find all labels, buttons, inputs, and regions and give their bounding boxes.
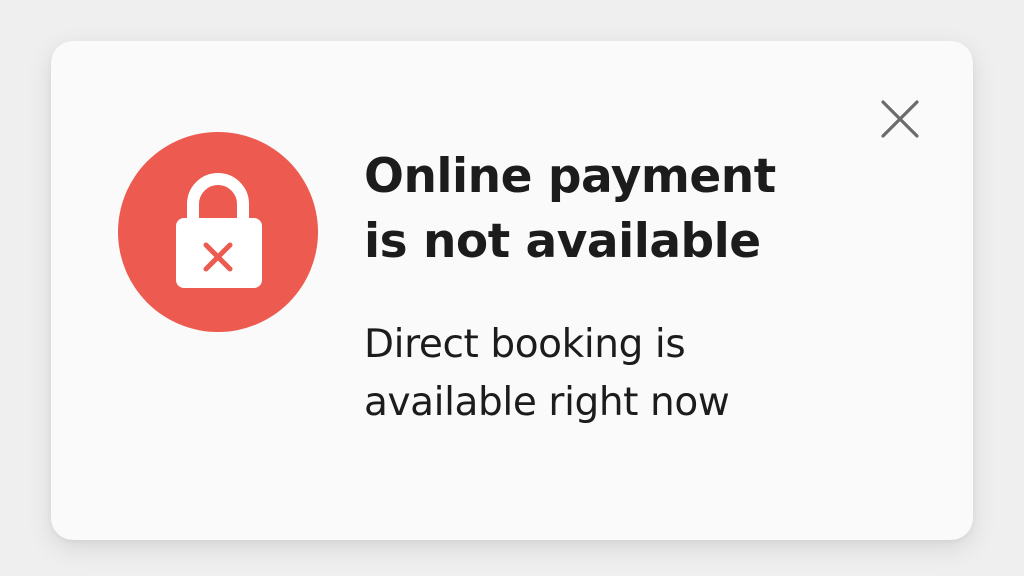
status-icon-circle [118,132,318,332]
dialog-title: Online payment is not available [364,144,864,274]
lock-with-x-icon [176,173,262,288]
close-button[interactable] [873,92,927,146]
dialog-message-line: Direct booking is [364,322,686,367]
dialog-title-line: is not available [364,214,761,269]
close-icon [881,100,919,138]
dialog-title-line: Online payment [364,149,776,204]
dialog-message-line: available right now [364,380,730,425]
dialog-message: Direct booking is available right now [364,316,864,432]
